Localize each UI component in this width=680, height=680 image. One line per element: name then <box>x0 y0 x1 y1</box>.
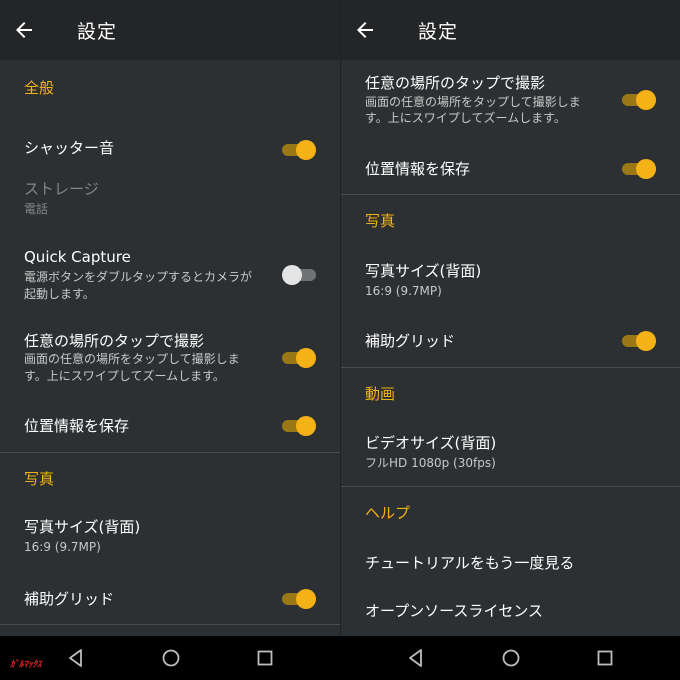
setting-title: 位置情報を保存 <box>365 160 471 178</box>
system-nav-bar <box>0 636 680 680</box>
section-divider <box>0 452 340 453</box>
setting-subtitle-line1: 画面の任意の場所をタップして撮影しま <box>365 95 581 109</box>
app-bar: 設定 <box>341 0 680 60</box>
toggle-thumb <box>296 348 316 368</box>
tap-to-capture-toggle[interactable] <box>282 346 316 368</box>
setting-storage: ストレージ 電話 <box>0 170 340 228</box>
setting-title: シャッター音 <box>24 139 115 157</box>
page-title: 設定 <box>418 21 459 43</box>
recents-square-icon[interactable] <box>254 647 276 669</box>
save-location-toggle[interactable] <box>282 414 316 436</box>
setting-tutorial[interactable]: チュートリアルをもう一度見る <box>341 544 680 590</box>
settings-list[interactable]: 全般 シャッター音 ストレージ 電話 Quick Capture 電源ボタンをダ… <box>0 60 340 636</box>
setting-subtitle-line1: 電源ボタンをダブルタップするとカメラが <box>24 270 253 284</box>
setting-title: 任意の場所のタップで撮影 <box>365 74 546 92</box>
tap-to-capture-toggle[interactable] <box>622 88 656 110</box>
setting-subtitle-line2: す。上にスワイプしてズームします。 <box>24 369 225 383</box>
back-arrow-icon[interactable] <box>12 18 36 42</box>
setting-title: 補助グリッド <box>24 590 115 608</box>
setting-save-location[interactable]: 位置情報を保存 <box>0 400 340 450</box>
setting-title: 写真サイズ(背面) <box>24 518 141 536</box>
setting-video-size[interactable]: ビデオサイズ(背面) フルHD 1080p (30fps) <box>341 426 680 484</box>
section-divider <box>341 194 680 195</box>
toggle-thumb <box>636 90 656 110</box>
toggle-thumb <box>296 416 316 436</box>
setting-quick-capture[interactable]: Quick Capture 電源ボタンをダブルタップするとカメラが 起動します。 <box>0 240 340 310</box>
toggle-thumb <box>636 159 656 179</box>
setting-photo-size[interactable]: 写真サイズ(背面) 16:9 (9.7MP) <box>341 250 680 308</box>
toggle-thumb <box>296 589 316 609</box>
setting-subtitle-line2: す。上にスワイプしてズームします。 <box>365 111 566 125</box>
setting-save-location[interactable]: 位置情報を保存 <box>341 146 680 192</box>
setting-subtitle-line2: 起動します。 <box>24 287 95 301</box>
setting-title: 写真サイズ(背面) <box>365 262 482 280</box>
setting-photo-size[interactable]: 写真サイズ(背面) 16:9 (9.7MP) <box>0 508 340 566</box>
setting-title: オープンソースライセンス <box>365 602 544 620</box>
toggle-thumb <box>636 331 656 351</box>
home-circle-icon[interactable] <box>500 647 522 669</box>
grid-toggle[interactable] <box>282 587 316 609</box>
back-arrow-icon[interactable] <box>353 18 377 42</box>
setting-title: ビデオサイズ(背面) <box>365 434 497 452</box>
setting-subtitle: 16:9 (9.7MP) <box>365 284 442 298</box>
quick-capture-toggle[interactable] <box>282 263 316 285</box>
settings-list[interactable]: 任意の場所のタップで撮影 画面の任意の場所をタップして撮影しま す。上にスワイプ… <box>341 60 680 636</box>
setting-title: Quick Capture <box>24 248 131 266</box>
setting-grid[interactable]: 補助グリッド <box>341 322 680 368</box>
setting-subtitle-line1: 画面の任意の場所をタップして撮影しま <box>24 352 240 366</box>
setting-title: 位置情報を保存 <box>24 417 130 435</box>
section-header-general: 全般 <box>24 79 55 97</box>
section-header-video: 動画 <box>365 385 396 403</box>
toggle-thumb <box>282 265 302 285</box>
setting-subtitle: 電話 <box>24 202 49 216</box>
setting-grid[interactable]: 補助グリッド <box>0 578 340 628</box>
shutter-sound-toggle[interactable] <box>282 138 316 160</box>
section-divider <box>0 624 340 625</box>
setting-subtitle: 16:9 (9.7MP) <box>24 540 101 554</box>
watermark-logo: ｶﾞﾙﾏｯｸｽ <box>10 660 42 670</box>
setting-title: 任意の場所のタップで撮影 <box>24 332 205 350</box>
grid-toggle[interactable] <box>622 329 656 351</box>
section-divider <box>341 486 680 487</box>
save-location-toggle[interactable] <box>622 157 656 179</box>
setting-title: ストレージ <box>24 180 99 198</box>
settings-pane-left: 設定 全般 シャッター音 ストレージ 電話 Quick Capture 電源ボタ… <box>0 0 340 636</box>
back-triangle-icon[interactable] <box>405 647 427 669</box>
setting-tap-to-capture[interactable]: 任意の場所のタップで撮影 画面の任意の場所をタップして撮影しま す。上にスワイプ… <box>341 68 680 138</box>
recents-square-icon[interactable] <box>594 647 616 669</box>
setting-tap-to-capture[interactable]: 任意の場所のタップで撮影 画面の任意の場所をタップして撮影しま す。上にスワイプ… <box>0 322 340 392</box>
toggle-thumb <box>296 140 316 160</box>
section-header-help: ヘルプ <box>365 504 411 522</box>
setting-subtitle: フルHD 1080p (30fps) <box>365 456 496 470</box>
page-title: 設定 <box>77 21 118 43</box>
setting-open-source-licenses[interactable]: オープンソースライセンス <box>341 592 680 636</box>
settings-pane-right: 設定 任意の場所のタップで撮影 画面の任意の場所をタップして撮影しま す。上にス… <box>341 0 680 636</box>
section-header-photo: 写真 <box>24 470 55 488</box>
section-header-photo: 写真 <box>365 212 396 230</box>
section-divider <box>341 367 680 368</box>
setting-title: 補助グリッド <box>365 332 456 350</box>
app-bar: 設定 <box>0 0 340 60</box>
home-circle-icon[interactable] <box>160 647 182 669</box>
back-triangle-icon[interactable] <box>65 647 87 669</box>
setting-title: チュートリアルをもう一度見る <box>365 554 575 572</box>
